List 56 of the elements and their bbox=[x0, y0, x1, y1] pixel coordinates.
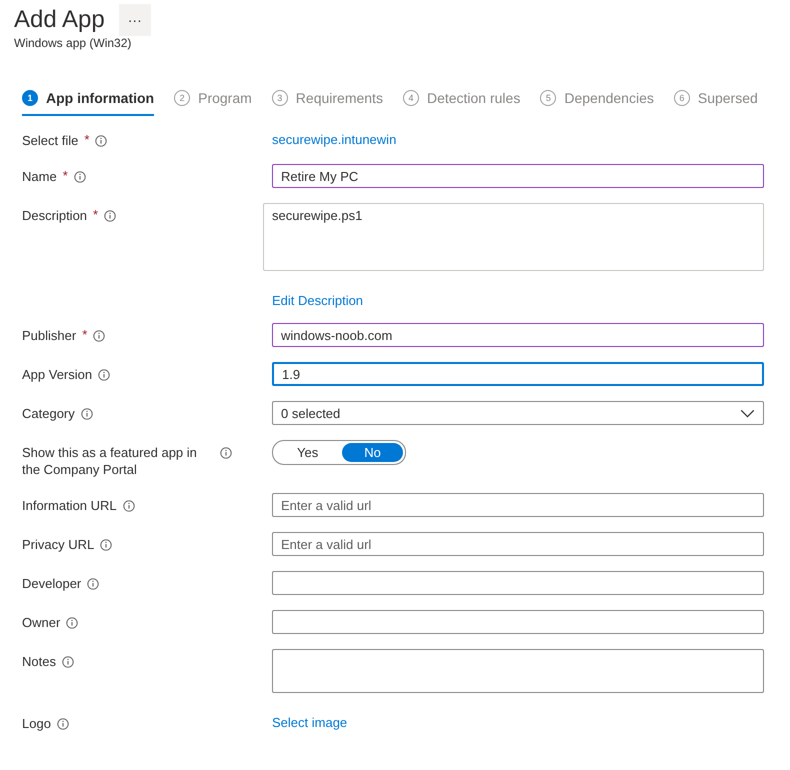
info-icon[interactable] bbox=[80, 408, 93, 420]
input-field[interactable]: Enter a valid url bbox=[272, 493, 764, 517]
link[interactable]: Select image bbox=[272, 711, 348, 730]
text-area[interactable]: securewipe.ps1 bbox=[263, 203, 764, 271]
info-icon[interactable] bbox=[100, 539, 112, 551]
text-area[interactable] bbox=[272, 649, 764, 693]
required-mark: * bbox=[62, 168, 68, 183]
field-label: Show this as a featured app in the Company Portal bbox=[22, 444, 198, 478]
info-icon[interactable] bbox=[95, 135, 108, 147]
page-title: Add App bbox=[14, 6, 105, 34]
field-label: App Version bbox=[22, 366, 92, 383]
input-field[interactable] bbox=[272, 610, 764, 634]
field-label: Developer bbox=[22, 575, 82, 592]
toggle-option[interactable]: Yes bbox=[275, 443, 340, 462]
wizard-step-tab[interactable]: 3 Requirements bbox=[272, 90, 383, 116]
input-field[interactable]: 1.9 bbox=[272, 362, 764, 386]
info-icon[interactable] bbox=[66, 617, 78, 629]
chevron-down-icon bbox=[740, 408, 755, 418]
wizard-step-tab[interactable]: 4 Detection rules bbox=[402, 90, 520, 116]
more-button[interactable]: ··· bbox=[118, 4, 151, 36]
info-icon[interactable] bbox=[74, 171, 86, 183]
wizard-step-tab[interactable]: 2 Program bbox=[174, 90, 252, 116]
wizard-step-tab[interactable]: 6 Supersed bbox=[674, 90, 758, 116]
yes-no-toggle[interactable]: Yes No bbox=[272, 440, 406, 465]
field-label: Logo bbox=[22, 715, 51, 732]
required-mark: * bbox=[93, 207, 98, 222]
field-label: Select file bbox=[22, 132, 78, 149]
field-label: Name bbox=[22, 168, 57, 185]
info-icon[interactable] bbox=[93, 330, 106, 342]
info-icon[interactable] bbox=[122, 500, 135, 512]
wizard-step-tab[interactable]: 1 App information bbox=[22, 90, 154, 116]
input-field[interactable]: Retire My PC bbox=[272, 164, 764, 188]
input-field[interactable] bbox=[272, 571, 764, 595]
info-icon[interactable] bbox=[62, 656, 74, 668]
input-field[interactable]: windows-noob.com bbox=[272, 323, 764, 347]
info-icon[interactable] bbox=[56, 718, 69, 730]
page-subtitle: Windows app (Win32) bbox=[14, 36, 132, 50]
wizard-step-tab[interactable]: 5 Dependencies bbox=[540, 90, 654, 116]
field-label: Category bbox=[22, 405, 75, 422]
info-icon[interactable] bbox=[104, 210, 116, 222]
link[interactable]: Edit Description bbox=[272, 289, 364, 308]
info-icon[interactable] bbox=[87, 578, 100, 590]
info-icon[interactable] bbox=[220, 447, 232, 459]
info-icon[interactable] bbox=[98, 369, 110, 381]
toggle-option[interactable]: No bbox=[342, 443, 403, 462]
link[interactable]: securewipe.intunewin bbox=[272, 128, 396, 147]
field-label: Description bbox=[22, 207, 88, 224]
field-label: Publisher bbox=[22, 327, 76, 344]
field-label: Notes bbox=[22, 653, 56, 670]
field-label: Owner bbox=[22, 614, 60, 631]
input-field[interactable]: Enter a valid url bbox=[272, 532, 764, 556]
field-label: Information URL bbox=[22, 497, 117, 514]
required-mark: * bbox=[82, 327, 88, 342]
required-mark: * bbox=[84, 132, 90, 147]
field-label: Privacy URL bbox=[22, 536, 94, 553]
category-dropdown[interactable]: 0 selected bbox=[272, 401, 764, 425]
